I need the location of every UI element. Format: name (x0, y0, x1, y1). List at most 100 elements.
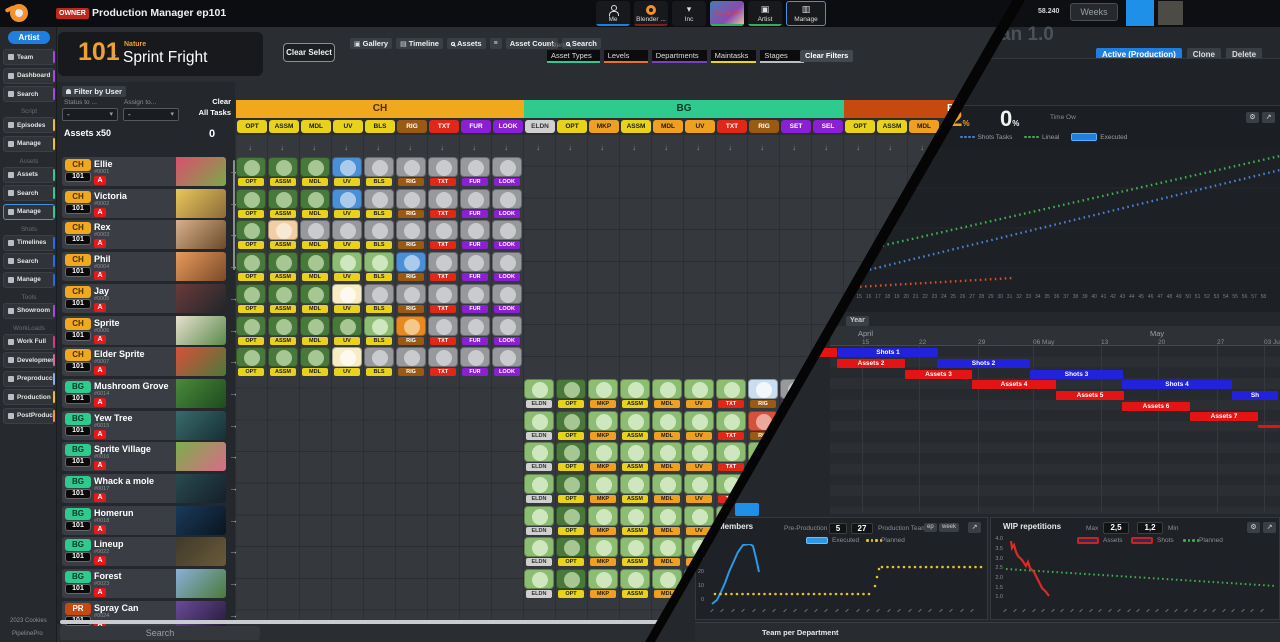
task-cell-jay-fur[interactable]: FUR (460, 284, 490, 313)
task-cell-rex-opt[interactable]: OPT (236, 220, 266, 249)
asset-row-elder-sprite[interactable]: CH101Elder Sprite#0007A→ (62, 347, 226, 376)
task-cell-mushroom-grove-opt[interactable]: OPT (556, 379, 586, 408)
task-cell-jay-look[interactable]: LOOK (492, 284, 522, 313)
task-cell-yew-tree-opt[interactable]: OPT (556, 411, 586, 440)
task-cell-jay-bls[interactable]: BLS (364, 284, 394, 313)
task-cell-whack-a-mole-eldn[interactable]: ELDN (524, 474, 554, 503)
task-cell-homerun-opt[interactable]: OPT (556, 506, 586, 535)
task-cell-mushroom-grove-uv[interactable]: UV (684, 379, 714, 408)
task-cell-victoria-bls[interactable]: BLS (364, 189, 394, 218)
task-cell-elder-sprite-fur[interactable]: FUR (460, 347, 490, 376)
status-select[interactable]: -▾ (62, 108, 118, 121)
asset-row-rex[interactable]: CH101Rex#0003A→ (62, 220, 226, 249)
sort-arrow-icon[interactable]: ↓ (888, 143, 892, 152)
task-cell-rex-txt[interactable]: TXT (428, 220, 458, 249)
task-cell-lineup-opt[interactable]: OPT (556, 537, 586, 566)
column-header-bg-mdl[interactable]: MDL (653, 120, 683, 133)
sort-arrow-icon[interactable]: ↓ (728, 143, 732, 152)
task-cell-phil-opt[interactable]: OPT (236, 252, 266, 281)
task-cell-homerun-assm[interactable]: ASSM (620, 506, 650, 535)
sidebar-item-production[interactable]: Production (3, 389, 55, 405)
column-header-bg-mkp[interactable]: MKP (589, 120, 619, 133)
sort-arrow-icon[interactable]: ↓ (312, 143, 316, 152)
sidebar-item-manage[interactable]: Manage (3, 136, 55, 152)
nav-button-blender[interactable]: Blender ... (634, 1, 668, 26)
sidebar-item-manage[interactable]: Manage (3, 272, 55, 288)
task-cell-jay-rig[interactable]: RIG (396, 284, 426, 313)
task-cell-ellie-mdl[interactable]: MDL (300, 157, 330, 186)
task-cell-yew-tree-uv[interactable]: UV (684, 411, 714, 440)
task-cell-rex-look[interactable]: LOOK (492, 220, 522, 249)
task-cell-sprite-village-mdl[interactable]: MDL (652, 442, 682, 471)
sort-arrow-icon[interactable]: ↓ (920, 143, 924, 152)
asset-row-lineup[interactable]: BG101Lineup#0022A→ (62, 537, 226, 566)
task-cell-rex-bls[interactable]: BLS (364, 220, 394, 249)
sort-arrow-icon[interactable]: ↓ (472, 143, 476, 152)
column-header-bg-opt[interactable]: OPT (557, 120, 587, 133)
task-cell-lineup-eldn[interactable]: ELDN (524, 537, 554, 566)
task-cell-sprite-bls[interactable]: BLS (364, 316, 394, 345)
sort-arrow-icon[interactable]: ↓ (408, 143, 412, 152)
task-cell-phil-uv[interactable]: UV (332, 252, 362, 281)
sort-arrow-icon[interactable]: ↓ (440, 143, 444, 152)
export-icon[interactable]: ↗ (1263, 522, 1276, 533)
task-cell-elder-sprite-assm[interactable]: ASSM (268, 347, 298, 376)
nav-button-manage[interactable]: ▥Manage (786, 1, 826, 26)
task-cell-forest-mkp[interactable]: MKP (588, 569, 618, 598)
filter-chip-asset-types[interactable]: Asset Types (547, 50, 600, 63)
column-header-pr-opt[interactable]: OPT (845, 120, 875, 133)
task-cell-phil-txt[interactable]: TXT (428, 252, 458, 281)
gantt-bar-shots-2[interactable]: Shots 2 (937, 359, 1030, 368)
asset-row-phil[interactable]: CH101Phil#0004A→ (62, 252, 226, 281)
column-header-pr-assm[interactable]: ASSM (877, 120, 907, 133)
task-cell-phil-fur[interactable]: FUR (460, 252, 490, 281)
task-cell-forest-assm[interactable]: ASSM (620, 569, 650, 598)
sort-arrow-icon[interactable]: ↓ (664, 143, 668, 152)
task-cell-rex-assm[interactable]: ASSM (268, 220, 298, 249)
task-cell-phil-mdl[interactable]: MDL (300, 252, 330, 281)
task-cell-whack-a-mole-assm[interactable]: ASSM (620, 474, 650, 503)
column-header-bg-set[interactable]: SET (781, 120, 811, 133)
task-cell-sprite-mdl[interactable]: MDL (300, 316, 330, 345)
task-cell-rex-fur[interactable]: FUR (460, 220, 490, 249)
task-cell-sprite-village-eldn[interactable]: ELDN (524, 442, 554, 471)
week-toggle[interactable]: week (939, 523, 959, 532)
asset-row-forest[interactable]: BG101Forest#0023A→ (62, 569, 226, 598)
search-input[interactable]: Search (60, 626, 260, 640)
task-cell-sprite-village-opt[interactable]: OPT (556, 442, 586, 471)
task-cell-sprite-look[interactable]: LOOK (492, 316, 522, 345)
sidebar-item-search[interactable]: Search (3, 185, 55, 201)
sidebar-item-search[interactable]: Search (3, 86, 55, 102)
task-cell-jay-txt[interactable]: TXT (428, 284, 458, 313)
sidebar-item-team[interactable]: Team (3, 49, 55, 65)
task-cell-rex-rig[interactable]: RIG (396, 220, 426, 249)
task-cell-sprite-uv[interactable]: UV (332, 316, 362, 345)
export-icon[interactable]: ↗ (968, 522, 981, 533)
task-cell-elder-sprite-txt[interactable]: TXT (428, 347, 458, 376)
sidebar-item-manage[interactable]: Manage (3, 204, 55, 220)
task-cell-sprite-opt[interactable]: OPT (236, 316, 266, 345)
asset-row-whack-a-mole[interactable]: BG101Whack a mole#0017A→ (62, 474, 226, 503)
column-header-pr-mdl[interactable]: MDL (909, 120, 939, 133)
sort-arrow-icon[interactable]: ↓ (856, 143, 860, 152)
task-cell-ellie-bls[interactable]: BLS (364, 157, 394, 186)
task-cell-whack-a-mole-opt[interactable]: OPT (556, 474, 586, 503)
toolbar-search[interactable]: Search (562, 38, 601, 49)
column-header-ch-txt[interactable]: TXT (429, 120, 459, 133)
sidebar-item-preproducci[interactable]: Preproducci... (3, 371, 55, 387)
task-cell-mushroom-grove-eldn[interactable]: ELDN (524, 379, 554, 408)
task-cell-elder-sprite-rig[interactable]: RIG (396, 347, 426, 376)
sort-arrow-icon[interactable]: ↓ (280, 143, 284, 152)
column-header-bg-uv[interactable]: UV (685, 120, 715, 133)
task-cell-forest-eldn[interactable]: ELDN (524, 569, 554, 598)
task-cell-yew-tree-txt[interactable]: TXT (716, 411, 746, 440)
task-cell-jay-assm[interactable]: ASSM (268, 284, 298, 313)
task-cell-jay-opt[interactable]: OPT (236, 284, 266, 313)
sort-arrow-icon[interactable]: ↓ (376, 143, 380, 152)
gantt-bar-shots-3[interactable]: Shots 3 (1030, 370, 1123, 379)
nav-button-sprite-fr[interactable]: Sprite Fr (710, 1, 744, 26)
sort-arrow-icon[interactable]: ↓ (344, 143, 348, 152)
gantt-bar-assets-5[interactable]: Assets 5 (1056, 391, 1124, 400)
episode-card[interactable]: 101 ▾ Nature Sprint Fright (58, 32, 263, 76)
task-cell-yew-tree-mdl[interactable]: MDL (652, 411, 682, 440)
